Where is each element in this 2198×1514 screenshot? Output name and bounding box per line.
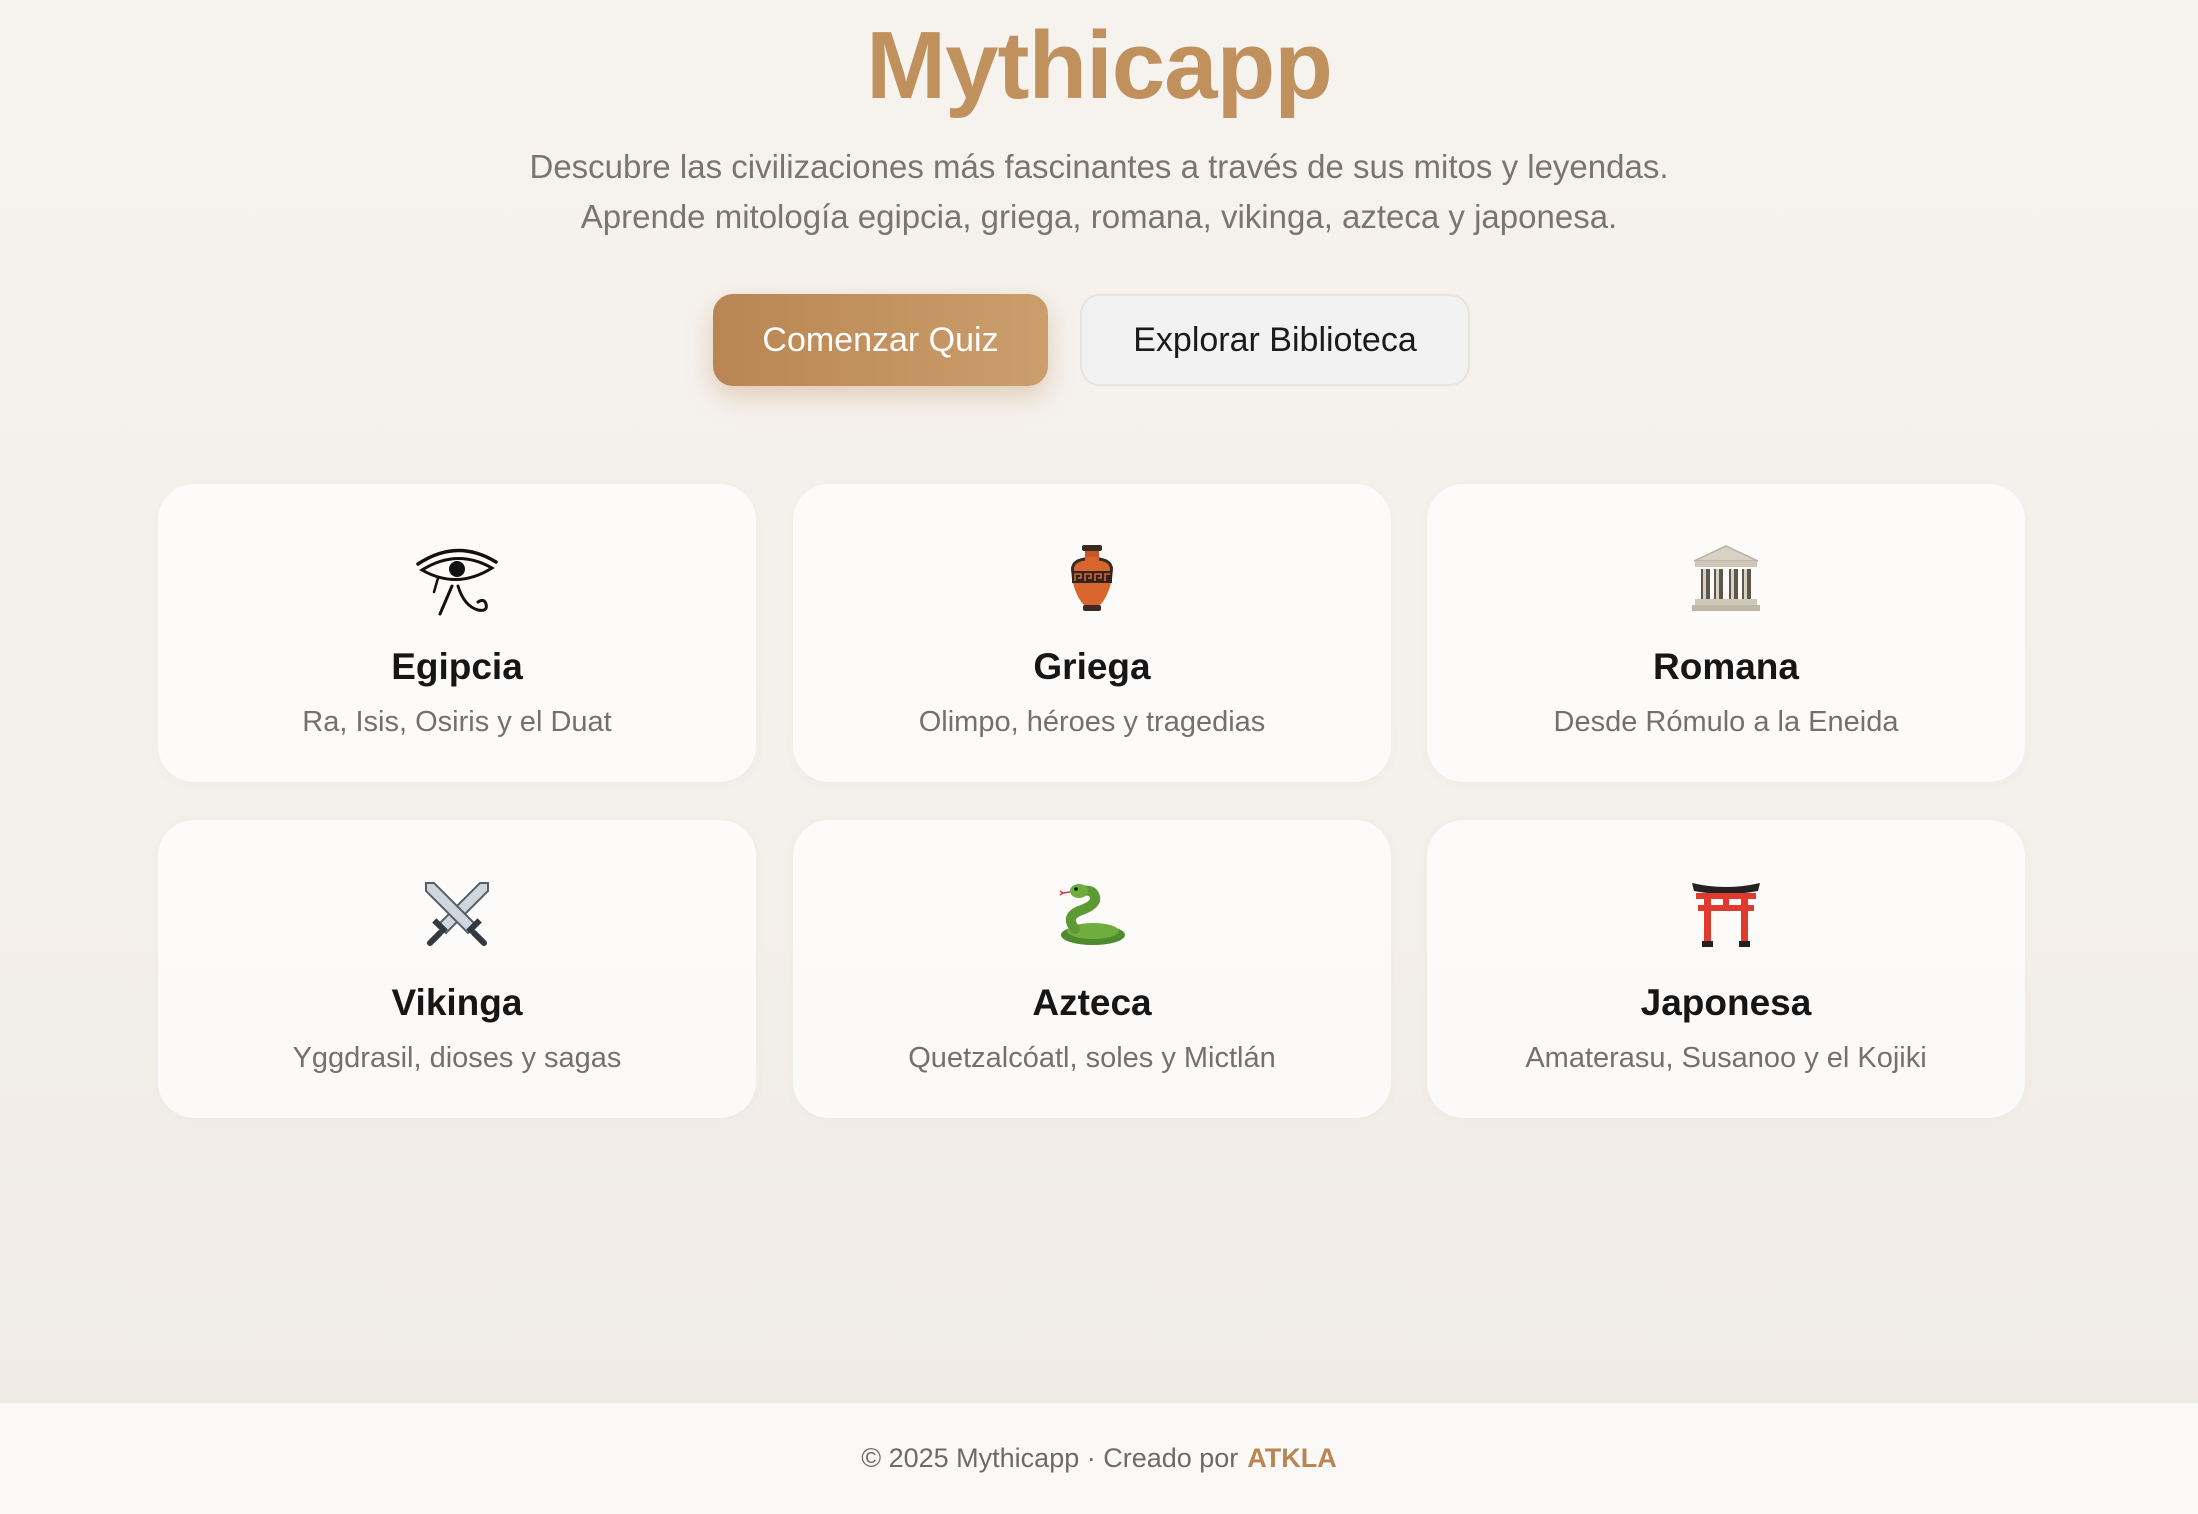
torii-gate-icon	[1427, 878, 2025, 950]
start-quiz-button[interactable]: Comenzar Quiz	[713, 294, 1048, 386]
card-description: Yggdrasil, dioses y sagas	[292, 1042, 622, 1074]
card-description: Amaterasu, Susanoo y el Kojiki	[1525, 1042, 1927, 1074]
card-description: Ra, Isis, Osiris y el Duat	[302, 706, 612, 738]
tagline-line-2: Aprende mitología egipcia, griega, roman…	[580, 198, 1618, 235]
amphora-icon	[793, 542, 1391, 614]
copyright-text: © 2025 Mythicapp · Creado por	[861, 1443, 1239, 1473]
card-romana[interactable]: Romana Desde Rómulo a la Eneida	[1427, 484, 2025, 782]
card-description: Quetzalcóatl, soles y Mictlán	[908, 1042, 1276, 1074]
footer: © 2025 Mythicapp · Creado por ATKLA	[0, 1403, 2198, 1514]
snake-icon	[793, 878, 1391, 950]
crossed-swords-icon	[158, 878, 756, 950]
card-description: Olimpo, héroes y tragedias	[918, 706, 1266, 738]
card-title: Romana	[1653, 646, 1799, 687]
card-japonesa[interactable]: Japonesa Amaterasu, Susanoo y el Kojiki	[1427, 820, 2025, 1118]
card-description: Desde Rómulo a la Eneida	[1553, 706, 1899, 738]
explore-library-button[interactable]: Explorar Biblioteca	[1080, 294, 1470, 386]
card-title: Japonesa	[1640, 982, 1812, 1023]
card-title: Egipcia	[391, 646, 523, 687]
eye-of-horus-icon	[158, 542, 756, 616]
author-link[interactable]: ATKLA	[1247, 1443, 1336, 1474]
card-egipcia[interactable]: Egipcia Ra, Isis, Osiris y el Duat	[158, 484, 756, 782]
card-title: Azteca	[1032, 982, 1152, 1023]
classical-building-icon	[1427, 542, 2025, 614]
card-vikinga[interactable]: Vikinga Yggdrasil, dioses y sagas	[158, 820, 756, 1118]
card-azteca[interactable]: Azteca Quetzalcóatl, soles y Mictlán	[793, 820, 1391, 1118]
app-title: Mythicapp	[866, 12, 1333, 119]
card-griega[interactable]: Griega Olimpo, héroes y tragedias	[793, 484, 1391, 782]
tagline-line-1: Descubre las civilizaciones más fascinan…	[529, 148, 1669, 185]
card-title: Griega	[1033, 646, 1151, 687]
card-title: Vikinga	[391, 982, 523, 1023]
